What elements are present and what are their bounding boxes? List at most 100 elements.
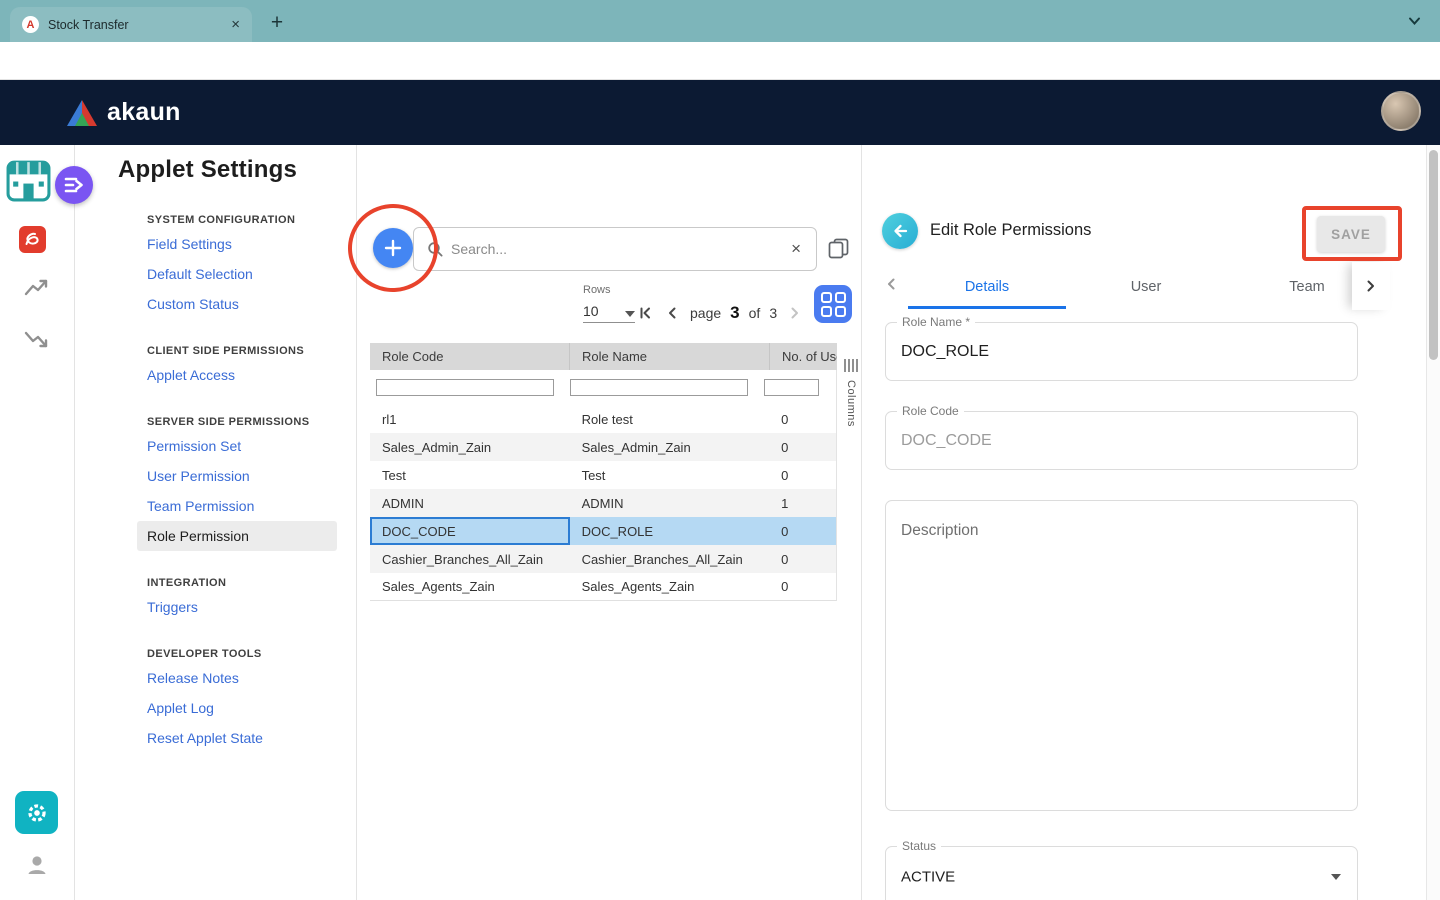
nav-heading-integration: INTEGRATION [147, 577, 337, 589]
header-role-code[interactable]: Role Code [370, 343, 570, 370]
search-input[interactable] [451, 241, 789, 257]
table-row[interactable]: Sales_Agents_Zain Sales_Agents_Zain 0 [370, 573, 837, 601]
sidebar-item-default-selection[interactable]: Default Selection [137, 259, 337, 289]
browser-tab-strip: A Stock Transfer × + [0, 0, 1440, 42]
sidebar-item-release-notes[interactable]: Release Notes [137, 663, 337, 693]
nav-heading-system-configuration: SYSTEM CONFIGURATION [147, 214, 337, 226]
trending-up-icon[interactable] [23, 277, 49, 297]
tab-search-chevron-icon[interactable] [1408, 15, 1421, 27]
page-label: page [690, 305, 721, 321]
status-value: ACTIVE [901, 869, 955, 886]
sidebar-item-field-settings[interactable]: Field Settings [137, 229, 337, 259]
tab-details[interactable]: Details [908, 265, 1066, 309]
prev-page-button[interactable] [663, 304, 681, 322]
cell-role-code: Sales_Admin_Zain [370, 433, 570, 461]
applet-settings-nav: SYSTEM CONFIGURATION Field Settings Defa… [137, 214, 337, 753]
cell-user-count: 0 [769, 433, 836, 461]
copy-icon[interactable] [828, 238, 849, 259]
cell-role-name: Sales_Admin_Zain [570, 433, 770, 461]
save-button[interactable]: SAVE [1317, 216, 1385, 252]
filter-input-users[interactable] [764, 379, 819, 396]
table-row-selected[interactable]: DOC_CODE DOC_ROLE 0 [370, 517, 837, 545]
sidebar-item-permission-set[interactable]: Permission Set [137, 431, 337, 461]
akaun-logo: akaun [66, 80, 181, 145]
applet-rail [0, 145, 75, 900]
sidebar-item-reset-applet-state[interactable]: Reset Applet State [137, 723, 337, 753]
page-scrollbar-thumb[interactable] [1429, 150, 1438, 360]
status-select[interactable]: Status ACTIVE [885, 846, 1358, 900]
table-header: Role Code Role Name No. of Users [370, 343, 837, 370]
first-page-button[interactable] [636, 304, 654, 322]
description-field[interactable]: Description [885, 500, 1358, 811]
rows-value: 10 [583, 303, 599, 319]
cell-role-code: Cashier_Branches_All_Zain [370, 545, 570, 573]
sidebar-item-triggers[interactable]: Triggers [137, 592, 337, 622]
role-code-field[interactable]: Role Code DOC_CODE [885, 411, 1358, 470]
total-pages: 3 [769, 305, 777, 321]
browser-tab[interactable]: A Stock Transfer × [10, 7, 252, 42]
sidebar-item-team-permission[interactable]: Team Permission [137, 491, 337, 521]
arrow-back-icon [891, 222, 909, 240]
cell-role-name: Sales_Agents_Zain [570, 573, 770, 600]
tabs-scroll-right-button[interactable] [1352, 262, 1390, 310]
header-role-name[interactable]: Role Name [570, 343, 770, 370]
cell-role-code: rl1 [370, 405, 570, 433]
cell-user-count: 0 [769, 461, 836, 489]
cell-user-count: 0 [769, 545, 836, 573]
back-button[interactable] [882, 213, 918, 249]
search-box: × [413, 227, 817, 271]
role-name-field[interactable]: Role Name * DOC_ROLE [885, 322, 1358, 381]
pdf-icon[interactable] [19, 226, 46, 253]
table-row[interactable]: rl1 Role test 0 [370, 405, 837, 433]
clear-search-icon[interactable]: × [789, 239, 803, 259]
page-title: Applet Settings [118, 156, 297, 184]
gear-icon [24, 800, 50, 826]
applet-store-icon[interactable] [5, 157, 52, 204]
filter-input-role-name[interactable] [570, 379, 748, 396]
cell-role-name: Cashier_Branches_All_Zain [570, 545, 770, 573]
table-row[interactable]: Cashier_Branches_All_Zain Cashier_Branch… [370, 545, 837, 573]
sidebar-item-user-permission[interactable]: User Permission [137, 461, 337, 491]
cell-role-name: Test [570, 461, 770, 489]
cell-role-name: DOC_ROLE [570, 517, 770, 545]
rows-label: Rows [583, 284, 611, 296]
search-icon [427, 241, 443, 257]
user-avatar[interactable] [1381, 91, 1421, 131]
filter-input-role-code[interactable] [376, 379, 554, 396]
sidebar-item-applet-access[interactable]: Applet Access [137, 360, 337, 390]
new-tab-button[interactable]: + [262, 8, 292, 38]
chevron-right-icon [1364, 279, 1378, 293]
grip-icon [844, 359, 858, 372]
sidebar-toggle-button[interactable] [55, 166, 93, 204]
rows-per-page-select[interactable]: 10 [583, 300, 635, 323]
sidebar-toggle-icon [55, 166, 93, 204]
view-grid-button[interactable] [814, 285, 852, 323]
columns-drag-handle[interactable]: Columns [841, 343, 861, 601]
add-role-button[interactable] [373, 228, 413, 268]
status-label: Status [897, 839, 941, 853]
tab-close-icon[interactable]: × [229, 16, 242, 33]
tabs-scroll-left-icon[interactable] [884, 277, 898, 291]
sidebar-item-role-permission[interactable]: Role Permission [137, 521, 337, 551]
cell-role-name: Role test [570, 405, 770, 433]
description-placeholder: Description [901, 522, 979, 540]
tab-title: Stock Transfer [48, 18, 229, 32]
role-code-value: DOC_CODE [901, 432, 992, 450]
settings-gear-button[interactable] [15, 791, 58, 834]
table-row[interactable]: Sales_Admin_Zain Sales_Admin_Zain 0 [370, 433, 837, 461]
of-label: of [749, 305, 761, 321]
person-icon[interactable] [25, 853, 49, 877]
plus-icon [384, 239, 402, 257]
header-no-of-users[interactable]: No. of Users [770, 343, 837, 370]
akaun-logo-icon [66, 99, 98, 127]
sidebar-item-applet-log[interactable]: Applet Log [137, 693, 337, 723]
next-page-button[interactable] [786, 304, 804, 322]
trending-down-icon[interactable] [23, 330, 49, 350]
cell-role-code: Sales_Agents_Zain [370, 573, 570, 600]
role-name-value: DOC_ROLE [901, 343, 989, 361]
table-row[interactable]: ADMIN ADMIN 1 [370, 489, 837, 517]
table-row[interactable]: Test Test 0 [370, 461, 837, 489]
tab-user[interactable]: User [1066, 265, 1226, 309]
pagination: page 3 of 3 [636, 299, 831, 327]
sidebar-item-custom-status[interactable]: Custom Status [137, 289, 337, 319]
